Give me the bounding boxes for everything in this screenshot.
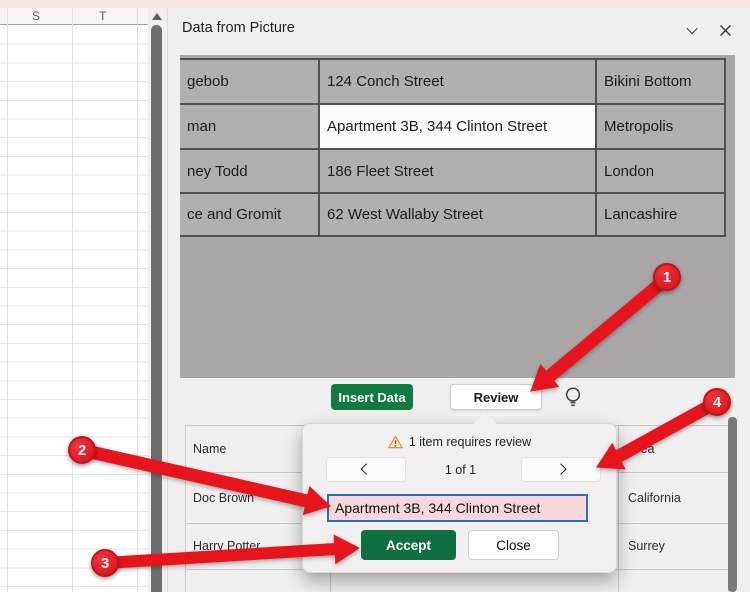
preview-cell: 62 West Wallaby Street: [320, 194, 597, 237]
annotation-badge-3: 3: [91, 549, 119, 577]
preview-cell: Bikini Bottom: [597, 60, 726, 105]
preview-cell-highlighted: Apartment 3B, 344 Clinton Street: [320, 105, 597, 150]
annotation-badge-4: 4: [703, 388, 731, 416]
grid-line: [7, 8, 8, 592]
close-icon: [719, 24, 732, 37]
item-counter: 1 of 1: [403, 457, 518, 482]
column-header-t[interactable]: T: [99, 9, 106, 23]
preview-cell: ce and Gromit: [180, 194, 320, 237]
warning-icon: [388, 435, 403, 449]
column-header-s[interactable]: S: [32, 9, 40, 23]
review-message: 1 item requires review: [409, 435, 531, 449]
insert-data-button[interactable]: Insert Data: [331, 384, 413, 410]
annotation-badge-2: 2: [68, 436, 96, 464]
preview-cell: 124 Conch Street: [320, 60, 597, 105]
preview-cell: man: [180, 105, 320, 150]
preview-cell: ney Todd: [180, 150, 320, 194]
collapse-pane-button[interactable]: [683, 21, 701, 39]
review-text-field[interactable]: [327, 494, 588, 522]
preview-cell: Lancashire: [597, 194, 726, 237]
chevron-left-icon: [360, 464, 372, 476]
lightbulb-icon: [563, 386, 583, 408]
grid-header-area[interactable]: Area: [628, 426, 723, 472]
grid-line: [72, 8, 73, 592]
picture-preview: gebob 124 Conch Street Bikini Bottom man…: [180, 55, 735, 378]
grid-cell-area[interactable]: California: [628, 472, 723, 523]
close-button[interactable]: Close: [468, 530, 559, 560]
close-pane-button[interactable]: [716, 21, 734, 39]
preview-cell: London: [597, 150, 726, 194]
review-button[interactable]: Review: [450, 384, 542, 410]
grid-cell-area[interactable]: Surrey: [628, 523, 723, 569]
results-scrollbar[interactable]: [728, 417, 737, 592]
annotation-badge-1: 1: [653, 263, 681, 291]
window-top-strip: [0, 0, 750, 8]
pane-title: Data from Picture: [182, 20, 295, 36]
review-popup: 1 item requires review 1 of 1 Accept Clo…: [302, 423, 617, 573]
preview-table: gebob 124 Conch Street Bikini Bottom man…: [180, 58, 726, 237]
preview-cell: 186 Fleet Street: [320, 150, 597, 194]
next-item-button[interactable]: [521, 457, 601, 482]
sheet-scrollbar[interactable]: [148, 8, 167, 592]
grid-line: [618, 425, 619, 592]
preview-cell: gebob: [180, 60, 320, 105]
accept-button[interactable]: Accept: [361, 530, 456, 560]
scrollbar-thumb[interactable]: [151, 25, 162, 592]
previous-item-button[interactable]: [326, 457, 406, 482]
column-header-row[interactable]: S T: [0, 8, 148, 25]
popup-callout-arrow: [473, 411, 497, 424]
chevron-right-icon: [555, 464, 567, 476]
tips-button[interactable]: [561, 385, 585, 409]
grid-line: [137, 8, 138, 592]
grid-line: [185, 425, 186, 592]
scroll-up-icon[interactable]: [152, 13, 162, 20]
spreadsheet-grid[interactable]: S T: [0, 8, 148, 592]
preview-cell: Metropolis: [597, 105, 726, 150]
chevron-down-icon: [686, 23, 698, 35]
sheet-cells[interactable]: [0, 26, 148, 592]
